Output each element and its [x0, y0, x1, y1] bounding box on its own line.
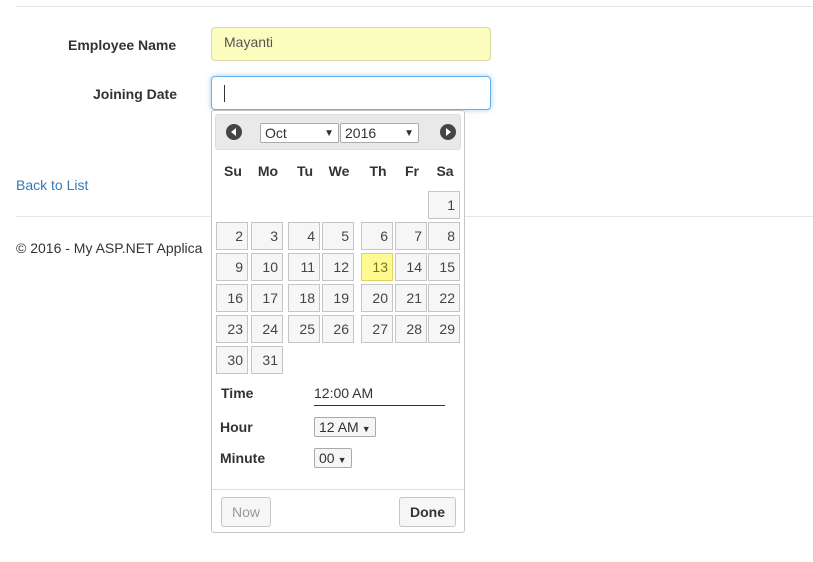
next-month-button[interactable] — [440, 124, 456, 140]
calendar-day[interactable]: 7 — [395, 222, 427, 250]
calendar-day[interactable]: 11 — [288, 253, 320, 281]
calendar-day[interactable]: 22 — [428, 284, 460, 312]
calendar-day[interactable]: 19 — [322, 284, 354, 312]
now-button[interactable]: Now — [221, 497, 271, 527]
calendar-day[interactable]: 18 — [288, 284, 320, 312]
time-value: 12:00 AM — [314, 385, 445, 406]
text-cursor — [224, 85, 225, 102]
time-label: Time — [221, 385, 254, 401]
prev-arrow-icon — [231, 128, 236, 136]
month-select-value: Oct — [265, 125, 287, 141]
datepicker-header: Oct ▼ 2016 ▼ — [215, 114, 461, 150]
calendar-day[interactable]: 27 — [361, 315, 393, 343]
month-dropdown-icon: ▼ — [324, 128, 334, 139]
calendar-day[interactable]: 5 — [322, 222, 354, 250]
hour-select-value: 12 AM — [319, 419, 359, 435]
datepicker-footer-divider — [212, 489, 464, 490]
year-select[interactable]: 2016 ▼ — [340, 123, 419, 143]
weekday-header-su: Su — [224, 163, 242, 179]
top-divider — [16, 6, 813, 7]
prev-month-button[interactable] — [226, 124, 242, 140]
calendar-day[interactable]: 13 — [361, 253, 393, 281]
calendar-day[interactable]: 31 — [251, 346, 283, 374]
calendar-day[interactable]: 2 — [216, 222, 248, 250]
calendar-day[interactable]: 24 — [251, 315, 283, 343]
calendar-day[interactable]: 12 — [322, 253, 354, 281]
calendar-day[interactable]: 15 — [428, 253, 460, 281]
footer-copyright: © 2016 - My ASP.NET Applica — [16, 240, 203, 256]
employee-name-label: Employee Name — [68, 37, 177, 53]
calendar-day[interactable]: 3 — [251, 222, 283, 250]
weekday-header-sa: Sa — [436, 163, 454, 179]
minute-dropdown-icon: ▼ — [337, 455, 347, 465]
calendar-day[interactable]: 17 — [251, 284, 283, 312]
calendar-day[interactable]: 10 — [251, 253, 283, 281]
calendar-day[interactable]: 16 — [216, 284, 248, 312]
datepicker-popup: Oct ▼ 2016 ▼ Su Mo Tu We Th Fr Sa 1 2 3 4 5 6 7 8 9 10 1… — [211, 110, 465, 533]
calendar-day[interactable]: 28 — [395, 315, 427, 343]
weekday-header-mo: Mo — [257, 163, 279, 179]
month-select[interactable]: Oct ▼ — [260, 123, 339, 143]
done-button[interactable]: Done — [399, 497, 456, 527]
minute-select[interactable]: 00 ▼ — [314, 448, 352, 468]
minute-select-value: 00 — [319, 450, 335, 466]
calendar-day[interactable]: 21 — [395, 284, 427, 312]
weekday-header-fr: Fr — [405, 163, 419, 179]
employee-name-input[interactable]: Mayanti — [211, 27, 491, 61]
calendar-day[interactable]: 4 — [288, 222, 320, 250]
calendar-day[interactable]: 6 — [361, 222, 393, 250]
calendar-day[interactable]: 20 — [361, 284, 393, 312]
weekday-header-we: We — [328, 163, 350, 179]
joining-date-label: Joining Date — [93, 86, 178, 102]
calendar-day[interactable]: 1 — [428, 191, 460, 219]
calendar-day[interactable]: 9 — [216, 253, 248, 281]
minute-label: Minute — [220, 450, 266, 466]
year-select-value: 2016 — [345, 125, 377, 141]
joining-date-input[interactable] — [211, 76, 491, 110]
weekday-header-tu: Tu — [296, 163, 314, 179]
hour-label: Hour — [220, 419, 253, 435]
year-dropdown-icon: ▼ — [404, 128, 414, 139]
calendar-day[interactable]: 8 — [428, 222, 460, 250]
next-arrow-icon — [446, 128, 451, 136]
weekday-header-th: Th — [369, 163, 387, 179]
calendar-day[interactable]: 30 — [216, 346, 248, 374]
calendar-day[interactable]: 23 — [216, 315, 248, 343]
calendar-day[interactable]: 26 — [322, 315, 354, 343]
hour-select[interactable]: 12 AM ▼ — [314, 417, 376, 437]
employee-name-value: Mayanti — [224, 34, 274, 50]
back-to-list-link[interactable]: Back to List — [16, 177, 88, 193]
calendar-day[interactable]: 25 — [288, 315, 320, 343]
hour-dropdown-icon: ▼ — [361, 424, 371, 434]
calendar-day[interactable]: 29 — [428, 315, 460, 343]
calendar-day[interactable]: 14 — [395, 253, 427, 281]
